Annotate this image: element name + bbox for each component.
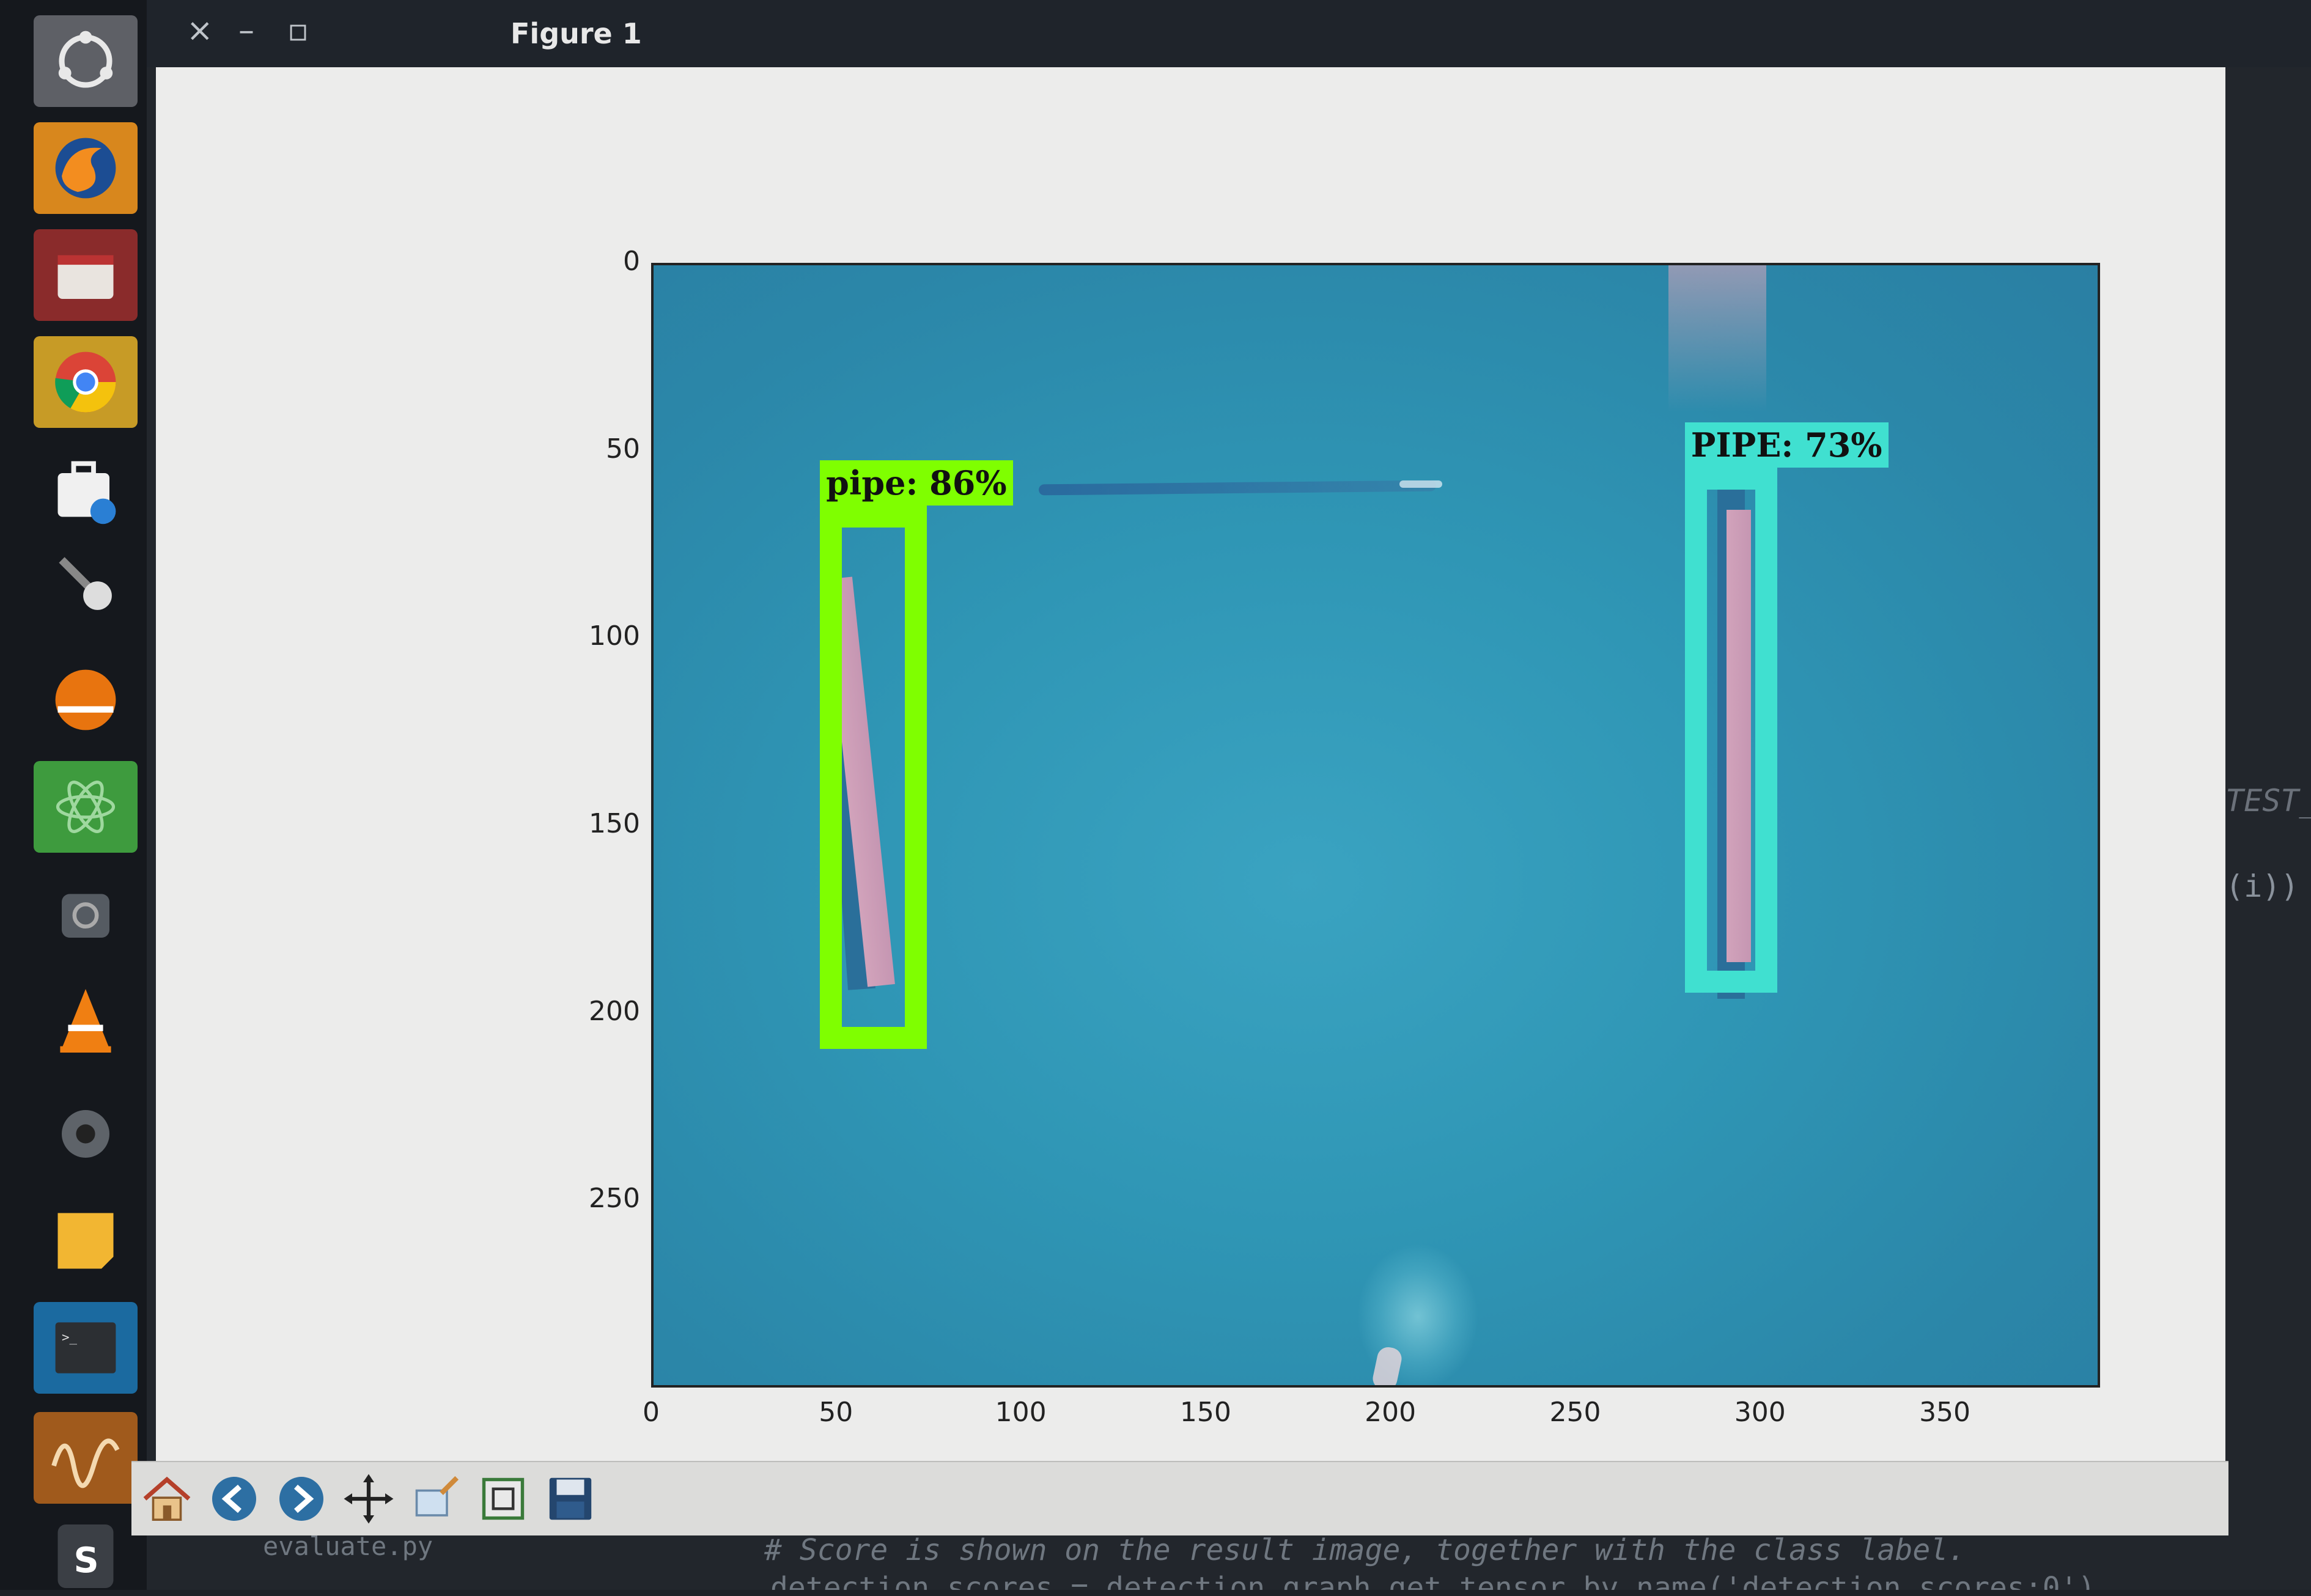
system-monitor-icon[interactable] bbox=[34, 1412, 138, 1504]
y-tick-label: 200 bbox=[589, 995, 640, 1027]
settings-icon[interactable] bbox=[34, 1088, 138, 1180]
background-editor-bottom: evaluate.py # Score is shown on the resu… bbox=[196, 1528, 2213, 1590]
close-button[interactable]: × bbox=[186, 12, 213, 49]
x-tick-label: 100 bbox=[995, 1397, 1047, 1428]
editor-comment-line: # Score is shown on the result image, to… bbox=[764, 1533, 1966, 1567]
subplots-icon[interactable] bbox=[474, 1469, 533, 1528]
background-editor-text: TEST_ (i)) bbox=[2225, 758, 2311, 929]
matplotlib-toolbar bbox=[131, 1461, 2228, 1535]
svg-text:S: S bbox=[74, 1540, 99, 1581]
terminal-icon[interactable]: >_ bbox=[34, 1302, 138, 1394]
y-tick-label: 100 bbox=[589, 620, 640, 652]
cable bbox=[1038, 480, 1437, 496]
x-tick-label: 350 bbox=[1919, 1397, 1971, 1428]
camera-icon[interactable] bbox=[34, 868, 138, 960]
y-tick-label: 0 bbox=[623, 246, 640, 277]
cable-tip bbox=[1399, 480, 1442, 488]
orange-app-icon[interactable] bbox=[34, 654, 138, 746]
files-icon[interactable] bbox=[34, 229, 138, 321]
light-streak bbox=[1668, 265, 1766, 412]
x-tick-label: 200 bbox=[1365, 1397, 1417, 1428]
detection-box bbox=[1684, 468, 1777, 993]
editor-tab-filename[interactable]: evaluate.py bbox=[263, 1531, 433, 1561]
plot-axes[interactable]: pipe: 86% PIPE: 73% 0 50 100 150 200 250 300 35… bbox=[589, 246, 2100, 1428]
detection-label: PIPE: 73% bbox=[1684, 422, 1889, 468]
launcher-sidebar: >_ S bbox=[0, 0, 147, 1590]
save-icon[interactable] bbox=[541, 1469, 600, 1528]
editor-line: (i)) bbox=[2225, 869, 2299, 904]
pan-icon[interactable] bbox=[339, 1469, 398, 1528]
firefox-icon[interactable] bbox=[34, 122, 138, 214]
editor-code-line: detection_scores = detection_graph.get_t… bbox=[770, 1571, 2096, 1590]
atom-icon[interactable] bbox=[34, 761, 138, 853]
detection-box bbox=[820, 505, 927, 1049]
sticky-notes-icon[interactable] bbox=[34, 1195, 138, 1287]
x-tick-label: 50 bbox=[819, 1397, 853, 1428]
software-icon[interactable] bbox=[34, 443, 138, 535]
figure-canvas: pipe: 86% PIPE: 73% 0 50 100 150 200 250 300 35… bbox=[156, 67, 2225, 1461]
settings-tool-icon[interactable] bbox=[34, 538, 138, 630]
minimize-button[interactable]: – bbox=[238, 12, 254, 49]
x-tick-label: 150 bbox=[1179, 1397, 1231, 1428]
x-tick-label: 0 bbox=[643, 1397, 660, 1428]
forward-icon[interactable] bbox=[272, 1469, 331, 1528]
x-tick-label: 250 bbox=[1549, 1397, 1601, 1428]
y-tick-label: 150 bbox=[589, 808, 640, 839]
svg-text:>_: >_ bbox=[62, 1330, 78, 1345]
back-icon[interactable] bbox=[205, 1469, 264, 1528]
detection-label: pipe: 86% bbox=[820, 460, 1013, 506]
editor-line: TEST_ bbox=[2225, 783, 2311, 818]
ubuntu-logo-icon[interactable] bbox=[34, 15, 138, 107]
zoom-icon[interactable] bbox=[407, 1469, 465, 1528]
sublime-icon[interactable]: S bbox=[34, 1522, 138, 1590]
maximize-button[interactable]: ▫ bbox=[287, 12, 309, 49]
image-panel: pipe: 86% PIPE: 73% bbox=[651, 263, 2100, 1388]
y-tick-label: 250 bbox=[589, 1183, 640, 1215]
window-titlebar[interactable]: × – ▫ Figure 1 bbox=[147, 0, 2311, 67]
y-tick-label: 50 bbox=[606, 433, 640, 465]
x-tick-label: 300 bbox=[1734, 1397, 1786, 1428]
vlc-icon[interactable] bbox=[34, 975, 138, 1067]
home-icon[interactable] bbox=[138, 1469, 196, 1528]
window-title: Figure 1 bbox=[510, 17, 642, 50]
chrome-icon[interactable] bbox=[34, 336, 138, 428]
